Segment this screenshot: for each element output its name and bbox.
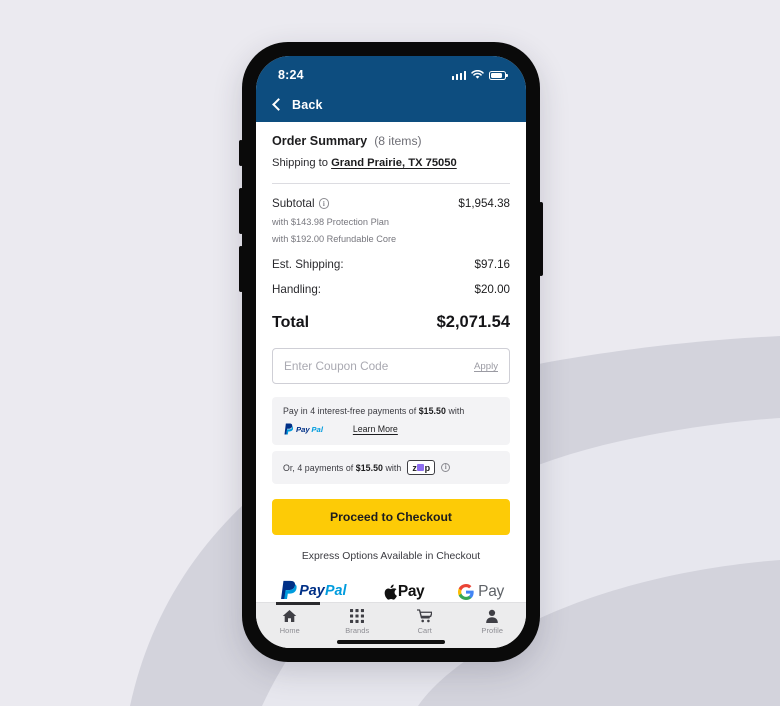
total-label: Total <box>272 314 310 331</box>
tab-brands-label: Brands <box>345 626 370 635</box>
zip-financing-amount: $15.50 <box>355 462 383 473</box>
chevron-left-icon[interactable] <box>272 98 285 111</box>
paypal-logo[interactable]: Pay Pal <box>278 579 350 602</box>
handling-value: $20.00 <box>474 283 510 296</box>
express-payment-logos: Pay Pal Pay Pay <box>272 579 510 602</box>
subtotal-label: Subtotal <box>272 197 315 210</box>
shipping-address-link[interactable]: Grand Prairie, TX 75050 <box>331 157 457 169</box>
home-indicator <box>337 640 445 644</box>
handling-row: Handling: $20.00 <box>272 283 510 296</box>
tab-cart[interactable]: Cart <box>391 609 459 635</box>
paypal-financing-panel[interactable]: Pay in 4 interest-free payments of $15.5… <box>272 397 510 445</box>
phone-screen: 8:24 Back Order Summary (8 items) Shippi… <box>256 56 526 648</box>
power-button[interactable] <box>539 202 543 276</box>
tab-cart-label: Cart <box>417 626 432 635</box>
tab-home-label: Home <box>279 626 300 635</box>
total-row: Total $2,071.54 <box>272 313 510 332</box>
shipping-row: Est. Shipping: $97.16 <box>272 258 510 271</box>
zip-info-circle-icon[interactable]: i <box>440 462 451 473</box>
status-bar: 8:24 <box>256 56 526 88</box>
proceed-to-checkout-button[interactable]: Proceed to Checkout <box>272 499 510 535</box>
paypal-financing-text-after: with <box>448 406 465 416</box>
svg-text:Pal: Pal <box>311 425 323 434</box>
bottom-tab-bar: Home Brands Cart Profile <box>256 602 526 648</box>
page-title: Order Summary <box>272 134 368 148</box>
battery-icon <box>489 70 508 80</box>
paypal-financing-amount: $15.50 <box>418 406 446 416</box>
phone-frame: 8:24 Back Order Summary (8 items) Shippi… <box>239 42 543 662</box>
tab-profile[interactable]: Profile <box>459 609 527 635</box>
divider <box>272 183 510 184</box>
status-bar-clock: 8:24 <box>278 68 304 82</box>
tab-profile-label: Profile <box>481 626 504 635</box>
handling-label: Handling: <box>272 283 321 296</box>
app-header: 8:24 Back <box>256 56 526 122</box>
zip-financing-panel[interactable]: Or, 4 payments of $15.50 with zp i <box>272 451 510 484</box>
refundable-core-note: with $192.00 Refundable Core <box>272 234 397 244</box>
tab-brands[interactable]: Brands <box>324 609 392 635</box>
apple-pay-logo[interactable]: Pay <box>384 583 425 601</box>
svg-text:Pay: Pay <box>296 425 310 434</box>
protection-plan-note: with $143.98 Protection Plan <box>272 217 389 227</box>
zip-financing-text-before: Or, 4 payments of <box>283 462 354 473</box>
paypal-learn-more-link[interactable]: Learn More <box>353 424 398 434</box>
person-icon <box>486 609 499 623</box>
home-icon <box>283 610 297 622</box>
paypal-financing-text-before: Pay in 4 interest-free payments of <box>283 406 417 416</box>
back-button[interactable]: Back <box>292 98 323 112</box>
express-options-note: Express Options Available in Checkout <box>301 551 481 562</box>
apply-coupon-button[interactable]: Apply <box>474 361 498 372</box>
paypal-logo-icon: Pay Pal <box>283 423 345 435</box>
subtotal-value: $1,954.38 <box>458 197 510 210</box>
apple-icon <box>384 584 397 600</box>
apple-pay-label: Pay <box>397 583 425 600</box>
zip-logo-icon: zp <box>407 460 435 475</box>
cart-icon <box>417 609 433 623</box>
item-count: (8 items) <box>374 134 422 148</box>
active-tab-indicator <box>276 602 320 605</box>
order-summary-content: Order Summary (8 items) Shipping to Gran… <box>256 122 526 602</box>
silence-switch[interactable] <box>239 140 243 166</box>
coupon-input[interactable] <box>284 359 466 373</box>
order-summary-header: Order Summary (8 items) <box>272 134 510 148</box>
shipping-to-label: Shipping to <box>272 157 328 169</box>
cellular-signal-icon <box>451 70 466 80</box>
svg-text:Pay: Pay <box>299 583 325 599</box>
google-g-icon <box>458 584 474 600</box>
subtotal-row: Subtotal i $1,954.38 <box>272 197 510 210</box>
svg-text:Pal: Pal <box>325 583 347 599</box>
zip-financing-text-after: with <box>385 462 402 473</box>
wifi-icon <box>471 70 484 79</box>
google-pay-label: Pay <box>478 583 504 600</box>
tab-home[interactable]: Home <box>256 609 324 635</box>
grid-icon <box>350 609 365 623</box>
info-circle-icon[interactable]: i <box>318 198 330 209</box>
total-value: $2,071.54 <box>436 313 510 331</box>
google-pay-logo[interactable]: Pay <box>458 583 504 601</box>
shipping-to-row: Shipping to Grand Prairie, TX 75050 <box>272 157 510 169</box>
volume-down-button[interactable] <box>239 246 243 292</box>
shipping-label: Est. Shipping: <box>272 258 344 271</box>
volume-up-button[interactable] <box>239 188 243 234</box>
shipping-value: $97.16 <box>474 258 510 271</box>
nav-bar: Back <box>256 88 526 122</box>
coupon-field[interactable]: Apply <box>272 348 510 384</box>
